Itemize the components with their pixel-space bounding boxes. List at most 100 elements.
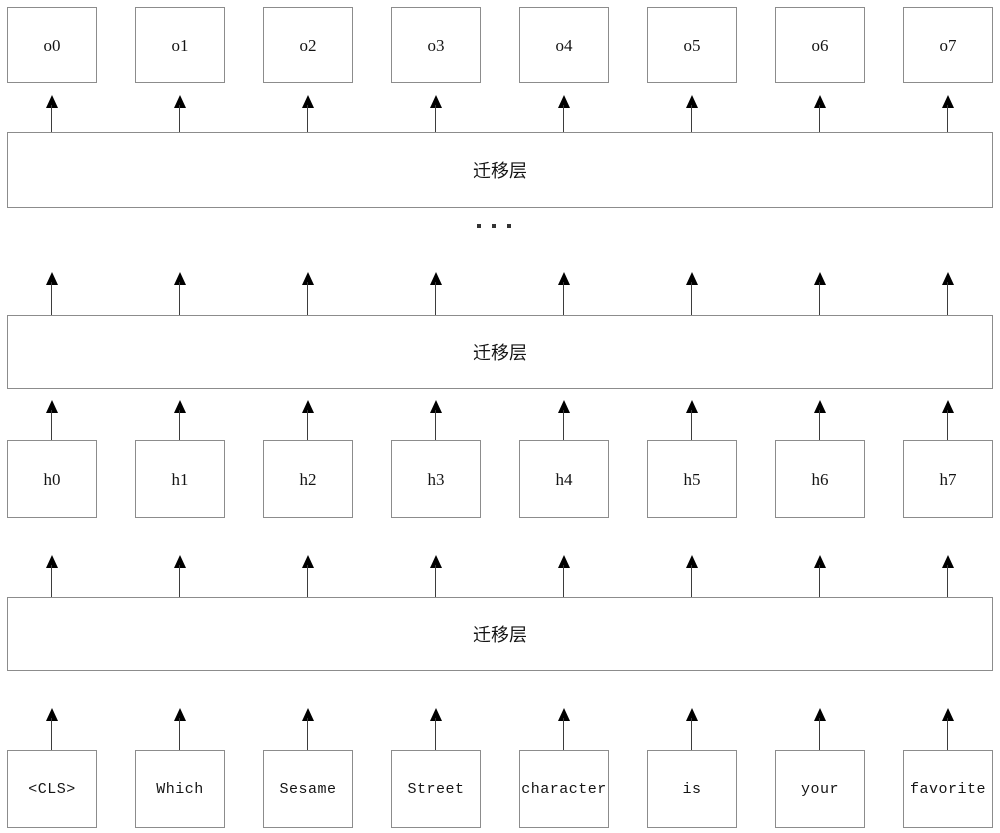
arrow-head-icon [174,708,186,721]
ellipsis-dot [477,224,481,228]
arrow-head-icon [430,555,442,568]
arrow-token-to-layer3-6 [814,708,826,751]
arrow-shaft [691,718,693,751]
arrow-shaft [179,282,181,316]
arrow-head-icon [942,555,954,568]
arrow-token-to-layer3-4 [558,708,570,751]
arrow-head-icon [46,272,58,285]
hidden-node-4: h4 [519,440,609,518]
hidden-node-6: h6 [775,440,865,518]
arrow-shaft [819,282,821,316]
arrow-shaft [435,105,437,133]
arrow-hidden-to-layer2-5 [686,400,698,441]
token-node-7-label: favorite [909,780,986,798]
token-node-1-label: Which [156,780,204,798]
arrow-head-icon [558,400,570,413]
token-node-4-label: character [521,780,607,798]
arrow-layer3-to-hidden-2 [302,555,314,598]
arrow-shaft [51,282,53,316]
output-node-1-label: o1 [171,35,189,55]
hidden-node-7-label: h7 [939,469,957,489]
transfer-layer-architecture-diagram: o0 o1 o2 o3 o4 o5 o6 o7 迁移层 迁移层 h0 h1 h2 h3 h4 h5 h6 h7 迁移… [0,0,1000,833]
arrow-shaft [819,718,821,751]
arrow-shaft [947,718,949,751]
arrow-head-icon [174,555,186,568]
token-node-0: <CLS> [7,750,97,828]
ellipsis-dot [507,224,511,228]
token-node-5-label: is [682,780,702,798]
output-node-7-label: o7 [939,35,957,55]
arrow-head-icon [814,272,826,285]
arrow-head-icon [942,272,954,285]
hidden-node-3-label: h3 [427,469,445,489]
arrow-head-icon [430,272,442,285]
arrow-token-to-layer3-2 [302,708,314,751]
arrow-layer2-to-stack-2 [302,272,314,316]
hidden-node-1-label: h1 [171,469,189,489]
arrow-shaft [435,718,437,751]
arrow-shaft [51,105,53,133]
hidden-node-7: h7 [903,440,993,518]
output-node-3-label: o3 [427,35,445,55]
arrow-head-icon [558,272,570,285]
arrow-head-icon [302,708,314,721]
arrow-shaft [691,410,693,441]
hidden-node-5: h5 [647,440,737,518]
arrow-layer3-to-hidden-5 [686,555,698,598]
output-node-6: o6 [775,7,865,83]
arrow-shaft [819,410,821,441]
arrow-head-icon [558,95,570,108]
hidden-node-0-label: h0 [43,469,61,489]
arrow-layer3-to-hidden-1 [174,555,186,598]
arrow-head-icon [174,272,186,285]
arrow-head-icon [302,400,314,413]
arrow-shaft [179,105,181,133]
output-node-0: o0 [7,7,97,83]
arrow-shaft [563,565,565,598]
arrow-shaft [307,410,309,441]
hidden-node-2: h2 [263,440,353,518]
arrow-head-icon [814,708,826,721]
transfer-layer-middle: 迁移层 [7,315,993,389]
arrow-shaft [947,410,949,441]
arrow-head-icon [686,400,698,413]
arrow-head-icon [46,95,58,108]
arrow-head-icon [686,272,698,285]
arrow-layer2-to-stack-1 [174,272,186,316]
arrow-layer1-to-output-0 [46,95,58,133]
arrow-hidden-to-layer2-7 [942,400,954,441]
arrow-shaft [179,410,181,441]
arrow-shaft [307,718,309,751]
token-node-6: your [775,750,865,828]
arrow-shaft [691,105,693,133]
arrow-shaft [947,565,949,598]
arrow-shaft [563,105,565,133]
arrow-head-icon [174,400,186,413]
arrow-layer2-to-stack-3 [430,272,442,316]
hidden-node-0: h0 [7,440,97,518]
arrow-head-icon [302,272,314,285]
arrow-head-icon [46,708,58,721]
arrow-shaft [51,718,53,751]
arrow-head-icon [46,400,58,413]
arrow-layer2-to-stack-4 [558,272,570,316]
arrow-head-icon [558,555,570,568]
hidden-node-6-label: h6 [811,469,829,489]
output-node-6-label: o6 [811,35,829,55]
arrow-layer2-to-stack-5 [686,272,698,316]
arrow-head-icon [430,708,442,721]
arrow-head-icon [686,95,698,108]
token-node-2: Sesame [263,750,353,828]
output-node-5-label: o5 [683,35,701,55]
output-node-4: o4 [519,7,609,83]
arrow-layer1-to-output-2 [302,95,314,133]
arrow-hidden-to-layer2-0 [46,400,58,441]
token-node-4: character [519,750,609,828]
arrow-shaft [691,282,693,316]
arrow-layer1-to-output-3 [430,95,442,133]
output-node-2: o2 [263,7,353,83]
arrow-layer3-to-hidden-0 [46,555,58,598]
arrow-shaft [435,282,437,316]
hidden-node-5-label: h5 [683,469,701,489]
output-node-2-label: o2 [299,35,317,55]
